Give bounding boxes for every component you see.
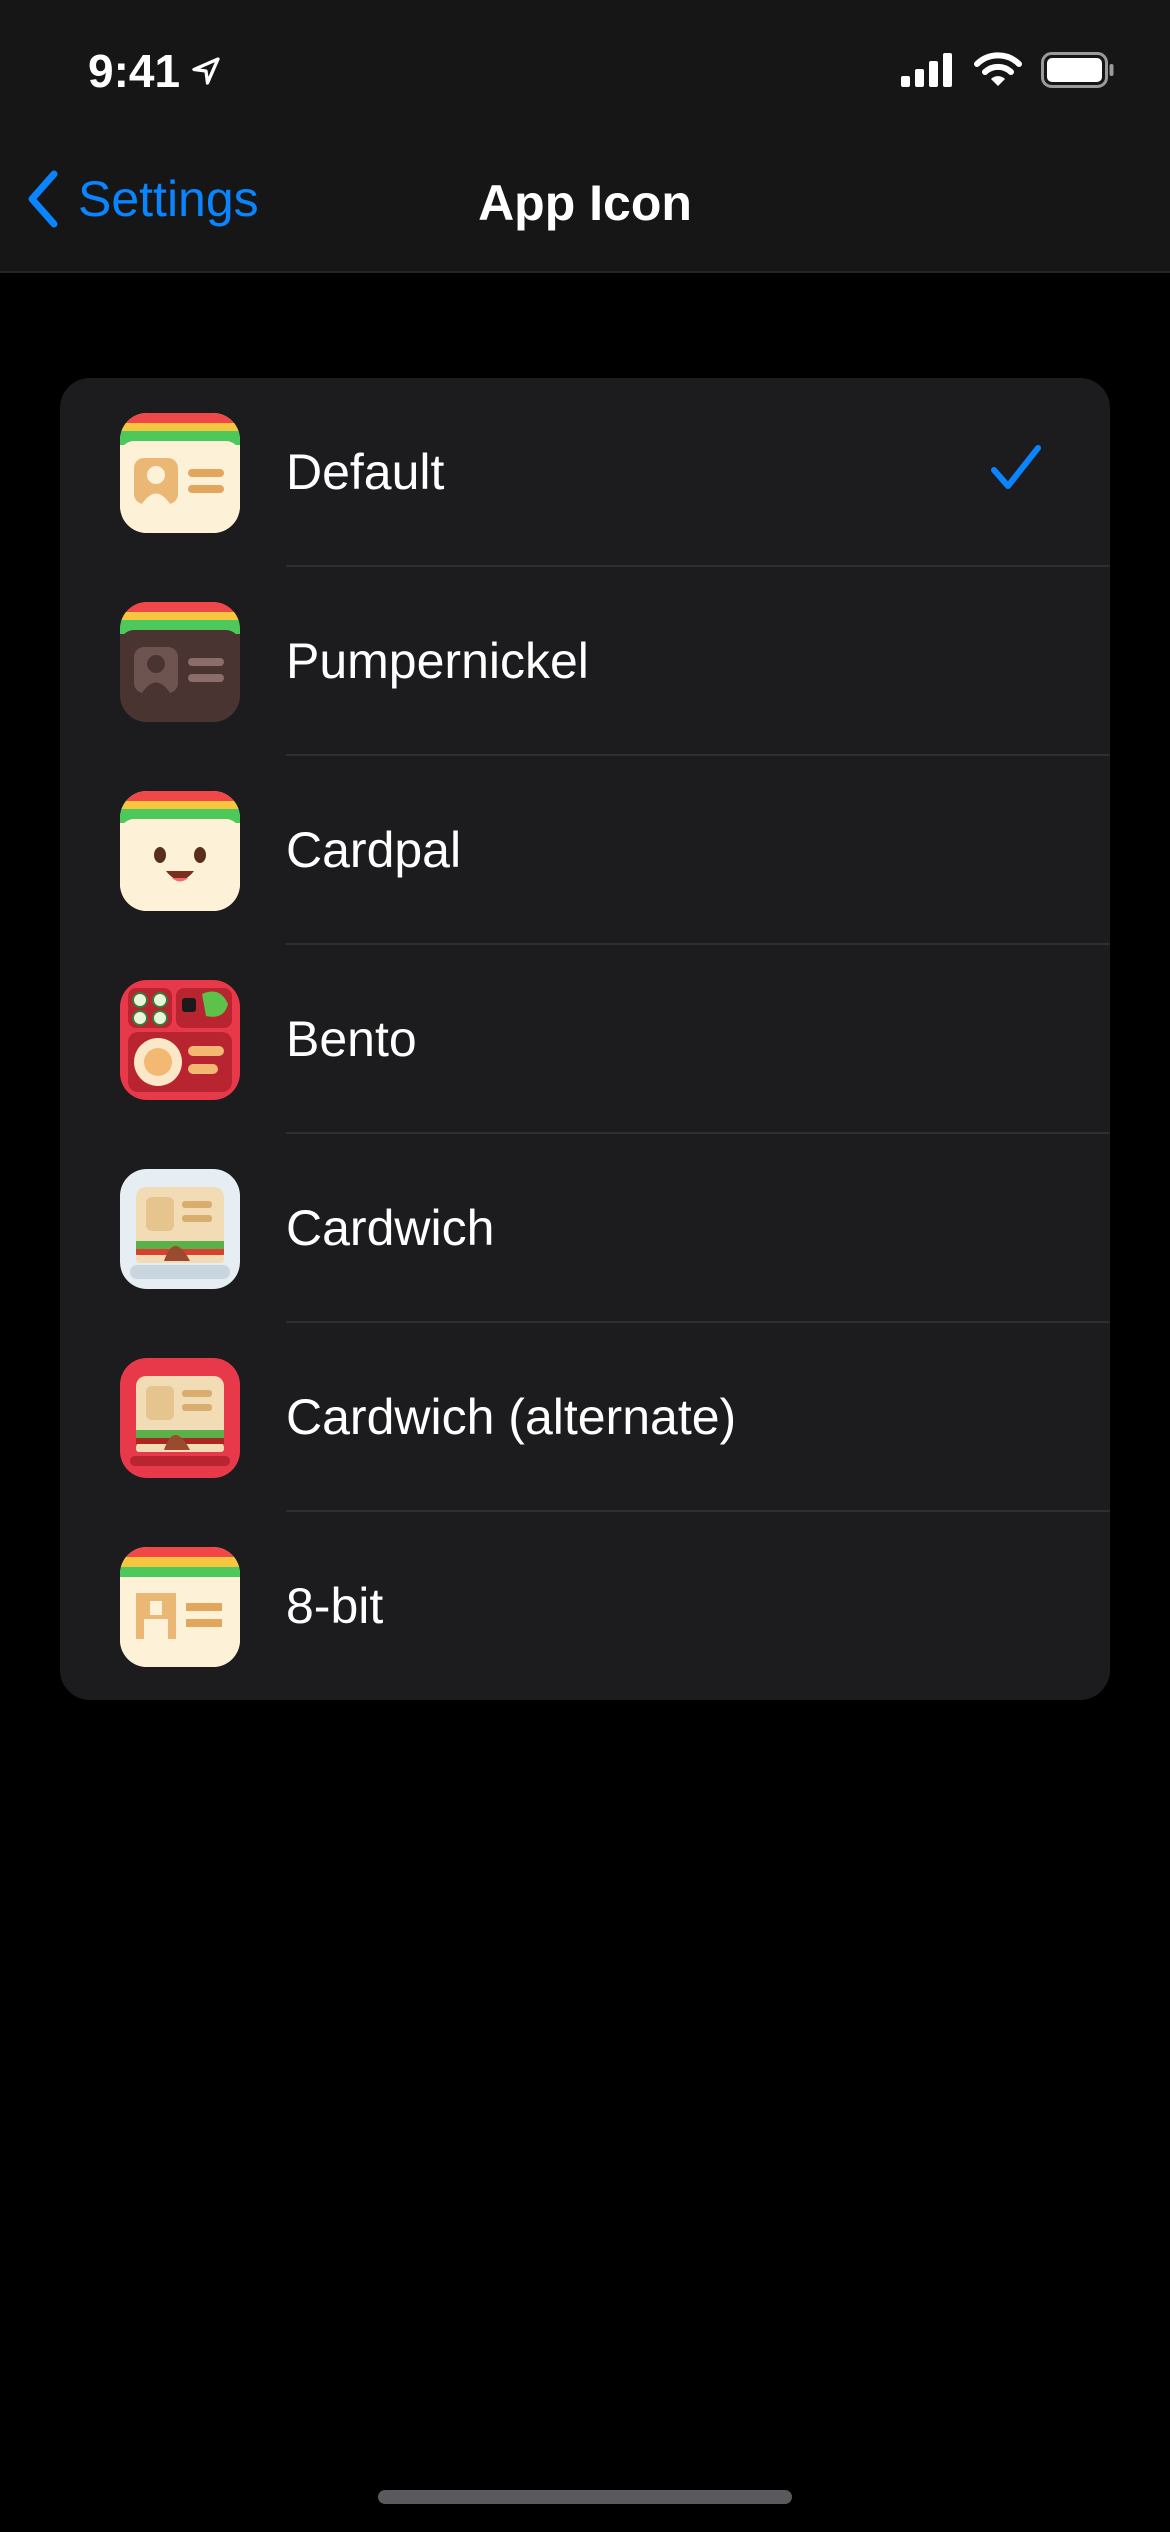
cellular-signal-icon	[901, 53, 952, 87]
list-item-cardpal[interactable]: Cardpal	[60, 756, 1110, 945]
list-item-pumpernickel[interactable]: Pumpernickel	[60, 567, 1110, 756]
page-title: App Icon	[478, 175, 692, 231]
cardwich-app-icon	[120, 1169, 240, 1289]
default-app-icon	[120, 413, 240, 533]
app-icon-list: Default Pumpernickel Cardpal Bento Cardw…	[60, 378, 1110, 1700]
status-time: 9:41	[88, 44, 224, 98]
list-item-label: Cardpal	[286, 822, 462, 878]
list-item-label: Default	[286, 444, 445, 500]
list-item-default[interactable]: Default	[60, 378, 1110, 567]
pumpernickel-app-icon	[120, 602, 240, 722]
list-item-cardwich-alternate[interactable]: Cardwich (alternate)	[60, 1323, 1110, 1512]
home-indicator[interactable]	[378, 2490, 792, 2504]
bento-app-icon	[120, 980, 240, 1100]
wifi-icon	[974, 52, 1022, 86]
checkmark-icon	[991, 445, 1041, 489]
cardwich-alternate-app-icon	[120, 1358, 240, 1478]
cardpal-app-icon	[120, 791, 240, 911]
battery-icon	[1041, 52, 1114, 88]
status-indicators	[901, 52, 1115, 88]
8-bit-app-icon	[120, 1547, 240, 1667]
list-item-label: 8-bit	[286, 1578, 384, 1634]
list-item-label: Bento	[286, 1011, 417, 1067]
list-item-bento[interactable]: Bento	[60, 945, 1110, 1134]
list-item-cardwich[interactable]: Cardwich	[60, 1134, 1110, 1323]
list-item-label: Pumpernickel	[286, 633, 589, 689]
list-item-label: Cardwich (alternate)	[286, 1389, 737, 1445]
status-time-label: 9:41	[88, 45, 181, 97]
top-bar: 9:41 Settings App Icon	[0, 0, 1170, 273]
list-item-label: Cardwich	[286, 1200, 495, 1256]
list-item-8-bit[interactable]: 8-bit	[60, 1512, 1110, 1700]
app-icon-settings-screen: 9:41 Settings App Icon Default Pumpernic…	[0, 0, 1170, 2532]
location-arrow-icon	[192, 57, 220, 85]
